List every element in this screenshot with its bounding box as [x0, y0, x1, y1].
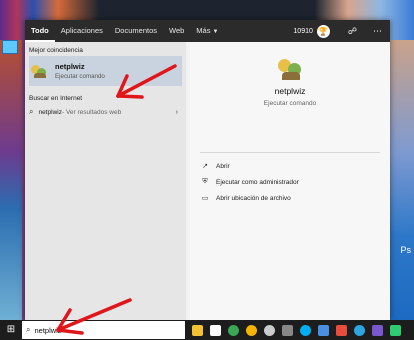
- tab-web[interactable]: Web: [163, 20, 190, 42]
- action-run-as-admin-label: Ejecutar como administrador: [216, 178, 299, 186]
- app-icon-4[interactable]: [390, 324, 401, 336]
- action-open-location[interactable]: ▭ Abrir ubicación de archivo: [200, 194, 291, 203]
- tab-apps[interactable]: Aplicaciones: [55, 20, 109, 42]
- taskbar-search-box[interactable]: ⌕ netplwiz: [22, 321, 185, 339]
- best-match-subtitle: Ejecutar comando: [55, 73, 105, 80]
- search-filter-bar: Todo Aplicaciones Documentos Web Más ▼ 10…: [25, 20, 390, 42]
- tab-all[interactable]: Todo: [25, 20, 55, 42]
- open-icon: ↗: [202, 163, 208, 170]
- detail-pane: netplwiz Ejecutar comando ↗ Abrir ⛨ Ejec…: [190, 42, 390, 320]
- web-hint: - Ver resultados web: [61, 108, 122, 116]
- divider: [200, 152, 380, 153]
- windows-start-icon[interactable]: ⊞: [0, 320, 22, 340]
- store-icon[interactable]: [210, 324, 221, 336]
- users-large-icon: [278, 56, 304, 82]
- start-search-window: Todo Aplicaciones Documentos Web Más ▼ 10…: [25, 20, 390, 320]
- chrome-canary-icon[interactable]: [246, 324, 257, 336]
- desktop-shortcut-icon[interactable]: [2, 40, 18, 54]
- tab-more-label: Más: [196, 26, 211, 35]
- action-open-location-label: Abrir ubicación de archivo: [216, 194, 291, 202]
- skype-icon[interactable]: [300, 324, 311, 336]
- feedback-icon[interactable]: ☍: [348, 26, 357, 37]
- results-pane: Mejor coincidencia netplwiz Ejecutar com…: [25, 42, 186, 320]
- wallpaper-left-strip: [0, 40, 22, 320]
- detail-title: netplwiz: [274, 86, 306, 96]
- app-icon-1[interactable]: [318, 324, 329, 336]
- chevron-down-icon: ▼: [212, 29, 219, 35]
- settings-icon[interactable]: [282, 324, 293, 336]
- app-icon-3[interactable]: [372, 324, 383, 336]
- search-app-icon[interactable]: [264, 324, 275, 336]
- tab-documents[interactable]: Documentos: [109, 20, 163, 42]
- folder-icon: ▭: [201, 195, 209, 202]
- tab-more[interactable]: Más ▼: [190, 20, 224, 42]
- web-search-heading: Buscar en Internet: [29, 95, 83, 102]
- users-icon: [31, 63, 49, 79]
- search-icon: ⌕: [29, 107, 34, 116]
- rewards-points: 10910: [293, 27, 313, 35]
- telegram-icon[interactable]: [354, 324, 365, 336]
- wallpaper-right-strip: [389, 40, 414, 320]
- best-match-result[interactable]: netplwiz Ejecutar comando: [29, 56, 182, 86]
- desktop-label: Ps: [400, 245, 411, 255]
- best-match-name: netplwiz: [55, 62, 85, 71]
- app-icon-2[interactable]: [336, 324, 347, 336]
- chevron-right-icon[interactable]: ›: [176, 109, 178, 116]
- web-query: netplwiz: [38, 108, 62, 116]
- chrome-icon[interactable]: [228, 324, 239, 336]
- more-options-icon[interactable]: ⋯: [373, 26, 382, 37]
- action-open-label: Abrir: [216, 162, 230, 170]
- best-match-heading: Mejor coincidencia: [29, 47, 83, 54]
- detail-subtitle: Ejecutar comando: [263, 100, 317, 107]
- action-run-as-admin[interactable]: ⛨ Ejecutar como administrador: [200, 178, 299, 186]
- trophy-icon[interactable]: 🏆: [316, 24, 330, 38]
- web-search-result[interactable]: ⌕ netplwiz - Ver resultados web ›: [29, 104, 182, 120]
- admin-shield-icon: ⛨: [202, 178, 208, 185]
- search-icon: ⌕: [26, 325, 31, 334]
- taskbar: ⊞ ⌕ netplwiz: [0, 320, 414, 340]
- search-input[interactable]: netplwiz: [34, 326, 61, 335]
- file-explorer-icon[interactable]: [192, 324, 203, 336]
- action-open[interactable]: ↗ Abrir: [200, 162, 230, 171]
